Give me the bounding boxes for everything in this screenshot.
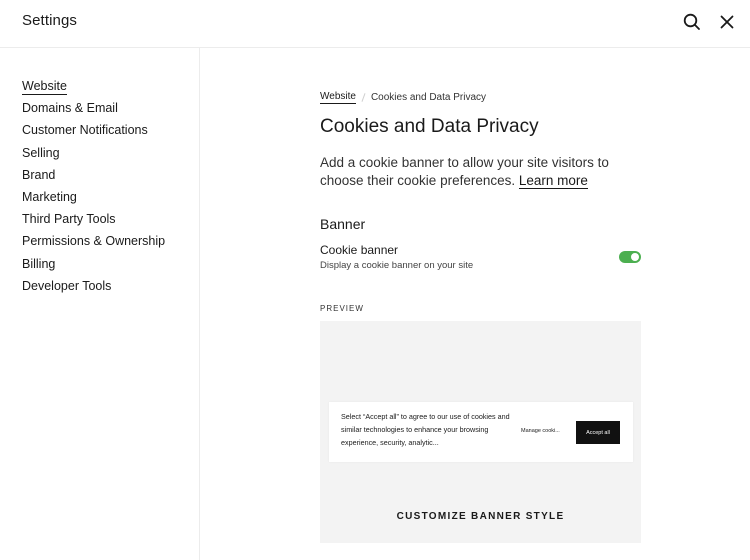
sidebar-item-label: Selling bbox=[22, 145, 60, 160]
sidebar-item-marketing[interactable]: Marketing bbox=[22, 187, 165, 209]
banner-preview-text: Select “Accept all” to agree to our use … bbox=[341, 412, 510, 447]
sidebar-item-domains-email[interactable]: Domains & Email bbox=[22, 98, 165, 120]
toggle-knob bbox=[631, 253, 639, 261]
search-icon[interactable] bbox=[682, 12, 702, 32]
sidebar-item-label: Billing bbox=[22, 256, 56, 271]
close-icon[interactable] bbox=[717, 12, 737, 32]
sidebar-item-billing[interactable]: Billing bbox=[22, 254, 165, 276]
breadcrumb-separator bbox=[361, 93, 366, 102]
learn-more-link[interactable]: Learn more bbox=[518, 173, 588, 189]
page-title: Cookies and Data Privacy bbox=[320, 116, 539, 137]
main-panel: Website Cookies and Data Privacy Cookies… bbox=[200, 48, 750, 560]
sidebar-item-label: Domains & Email bbox=[22, 101, 118, 116]
manage-cookies-button[interactable]: Manage cooki... bbox=[521, 428, 560, 434]
sidebar-item-selling[interactable]: Selling bbox=[22, 143, 165, 165]
sidebar-item-permissions-ownership[interactable]: Permissions & Ownership bbox=[22, 231, 165, 253]
sidebar-item-label: Customer Notifications bbox=[22, 123, 148, 138]
breadcrumb: Website Cookies and Data Privacy bbox=[320, 91, 486, 104]
sidebar-item-label: Third Party Tools bbox=[22, 212, 116, 227]
sidebar-item-third-party-tools[interactable]: Third Party Tools bbox=[22, 209, 165, 231]
sidebar-item-label: Brand bbox=[22, 167, 56, 182]
sidebar-nav: Website Domains & Email Customer Notific… bbox=[22, 76, 165, 298]
cookie-banner-toggle[interactable] bbox=[619, 251, 641, 263]
sidebar-item-customer-notifications[interactable]: Customer Notifications bbox=[22, 120, 165, 142]
breadcrumb-current: Cookies and Data Privacy bbox=[370, 92, 487, 103]
banner-section-title: Banner bbox=[320, 216, 366, 232]
page-description: Add a cookie banner to allow your site v… bbox=[320, 154, 630, 190]
sidebar-item-label: Developer Tools bbox=[22, 278, 112, 293]
cookie-banner-description: Display a cookie banner on your site bbox=[320, 260, 474, 271]
sidebar: Website Domains & Email Customer Notific… bbox=[0, 48, 200, 560]
sidebar-item-label: Permissions & Ownership bbox=[22, 234, 166, 249]
cookie-banner-preview: Select “Accept all” to agree to our use … bbox=[329, 402, 633, 462]
page-header-title: Settings bbox=[22, 12, 77, 29]
preview-label: PREVIEW bbox=[320, 304, 364, 313]
customize-banner-style-button[interactable]: CUSTOMIZE BANNER STYLE bbox=[320, 511, 641, 522]
accept-all-button[interactable]: Accept all bbox=[576, 421, 620, 444]
banner-preview: Select “Accept all” to agree to our use … bbox=[320, 321, 641, 543]
sidebar-item-brand[interactable]: Brand bbox=[22, 165, 165, 187]
sidebar-item-label: Website bbox=[22, 79, 67, 95]
breadcrumb-website-link[interactable]: Website bbox=[320, 91, 356, 104]
cookie-banner-label: Cookie banner bbox=[320, 243, 399, 257]
top-bar: Settings bbox=[0, 0, 750, 48]
sidebar-item-developer-tools[interactable]: Developer Tools bbox=[22, 276, 165, 298]
sidebar-item-label: Marketing bbox=[22, 189, 77, 204]
sidebar-item-website[interactable]: Website bbox=[22, 76, 165, 98]
